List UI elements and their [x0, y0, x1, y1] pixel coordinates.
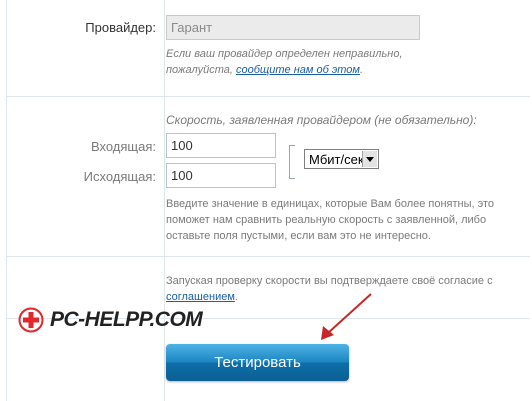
annotation-arrow-icon: [321, 293, 372, 340]
test-button[interactable]: Тестировать: [166, 344, 349, 381]
speed-test-form: Провайдер: Гарант Если ваш провайдер опр…: [0, 0, 532, 401]
